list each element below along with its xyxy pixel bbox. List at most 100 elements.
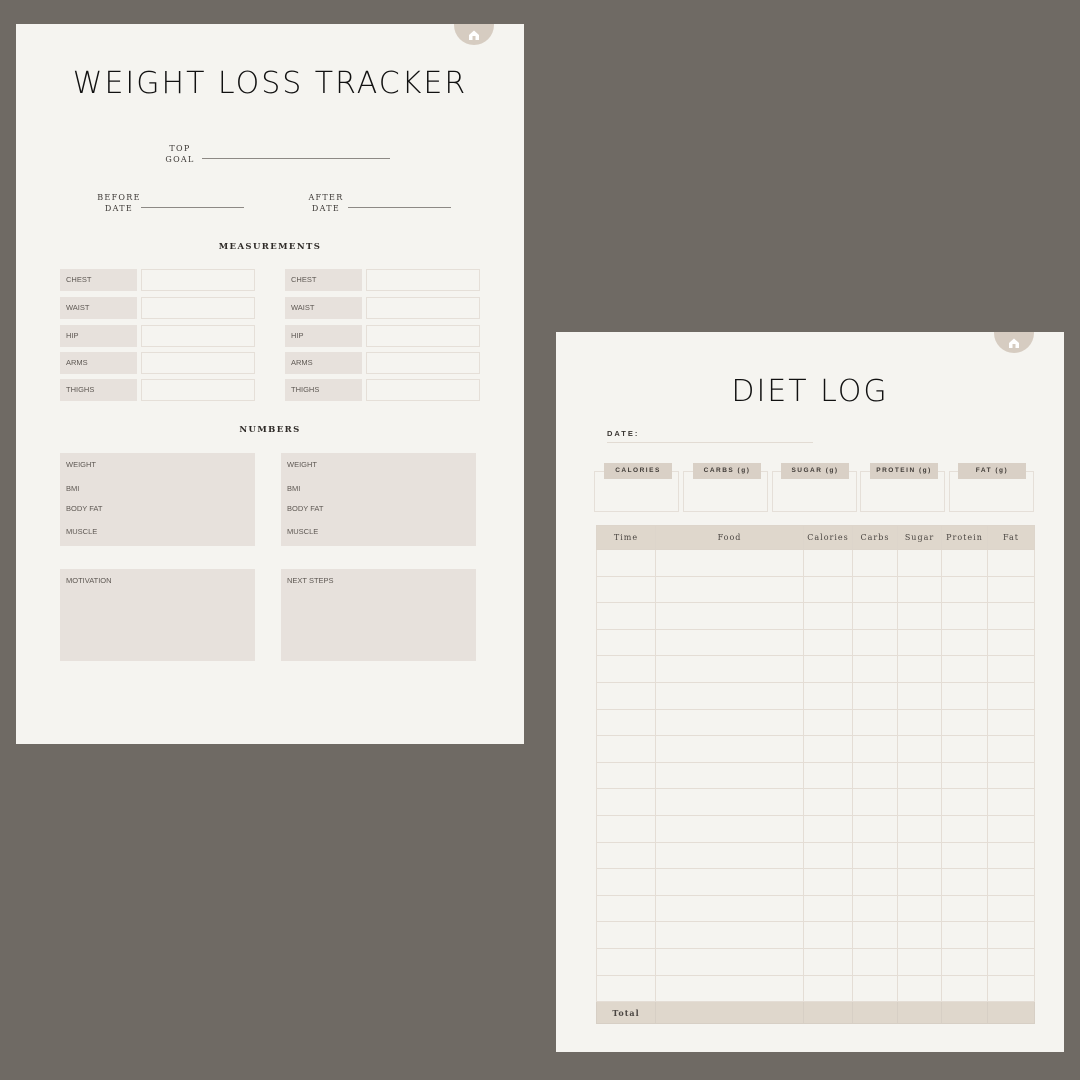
- table-cell[interactable]: [987, 602, 1035, 630]
- table-cell[interactable]: [987, 974, 1035, 1003]
- table-cell[interactable]: [852, 681, 898, 710]
- table-cell[interactable]: [852, 947, 898, 976]
- table-cell[interactable]: [655, 814, 804, 843]
- table-cell[interactable]: [852, 761, 898, 790]
- table-cell[interactable]: [655, 947, 804, 976]
- total-cell[interactable]: [987, 1001, 1035, 1025]
- table-cell[interactable]: [852, 921, 898, 949]
- table-cell[interactable]: [852, 868, 898, 896]
- table-cell[interactable]: [803, 655, 853, 683]
- table-cell[interactable]: [596, 841, 656, 870]
- table-cell[interactable]: [655, 761, 804, 790]
- measurement-input[interactable]: [366, 352, 480, 374]
- table-cell[interactable]: [596, 628, 656, 657]
- table-cell[interactable]: [941, 868, 988, 896]
- table-cell[interactable]: [655, 575, 804, 604]
- motivation-box[interactable]: MOTIVATION: [60, 569, 255, 661]
- table-cell[interactable]: [655, 974, 804, 1003]
- table-cell[interactable]: [897, 602, 942, 630]
- table-cell[interactable]: [596, 894, 656, 923]
- table-cell[interactable]: [596, 708, 656, 737]
- table-cell[interactable]: [852, 841, 898, 870]
- table-cell[interactable]: [596, 868, 656, 896]
- table-cell[interactable]: [596, 814, 656, 843]
- table-cell[interactable]: [852, 708, 898, 737]
- table-cell[interactable]: [655, 868, 804, 896]
- table-cell[interactable]: [987, 681, 1035, 710]
- table-cell[interactable]: [941, 681, 988, 710]
- before-date-field[interactable]: [141, 207, 244, 208]
- table-cell[interactable]: [941, 894, 988, 923]
- table-cell[interactable]: [803, 575, 853, 604]
- table-cell[interactable]: [941, 761, 988, 790]
- table-cell[interactable]: [803, 761, 853, 790]
- table-cell[interactable]: [655, 549, 804, 577]
- total-cell[interactable]: [803, 1001, 853, 1025]
- table-cell[interactable]: [987, 947, 1035, 976]
- table-cell[interactable]: [655, 681, 804, 710]
- table-cell[interactable]: [897, 894, 942, 923]
- table-cell[interactable]: [655, 628, 804, 657]
- table-cell[interactable]: [941, 602, 988, 630]
- table-cell[interactable]: [941, 921, 988, 949]
- table-cell[interactable]: [987, 894, 1035, 923]
- table-cell[interactable]: [803, 708, 853, 737]
- measurement-input[interactable]: [366, 297, 480, 319]
- table-cell[interactable]: [897, 868, 942, 896]
- table-cell[interactable]: [803, 841, 853, 870]
- table-cell[interactable]: [987, 628, 1035, 657]
- table-cell[interactable]: [941, 549, 988, 577]
- table-cell[interactable]: [897, 655, 942, 683]
- total-cell[interactable]: [655, 1001, 804, 1025]
- table-cell[interactable]: [852, 575, 898, 604]
- table-cell[interactable]: [655, 735, 804, 763]
- measurement-input[interactable]: [366, 379, 480, 401]
- table-cell[interactable]: [803, 549, 853, 577]
- next-steps-box[interactable]: NEXT STEPS: [281, 569, 476, 661]
- table-cell[interactable]: [596, 602, 656, 630]
- table-cell[interactable]: [941, 788, 988, 816]
- numbers-box-after[interactable]: WEIGHT BMI BODY FAT MUSCLE: [281, 453, 476, 546]
- table-cell[interactable]: [897, 921, 942, 949]
- table-cell[interactable]: [803, 947, 853, 976]
- measurement-input[interactable]: [141, 352, 255, 374]
- total-cell[interactable]: [852, 1001, 898, 1025]
- table-cell[interactable]: [655, 841, 804, 870]
- table-cell[interactable]: [596, 681, 656, 710]
- table-cell[interactable]: [803, 788, 853, 816]
- table-cell[interactable]: [852, 788, 898, 816]
- table-cell[interactable]: [987, 549, 1035, 577]
- table-cell[interactable]: [897, 628, 942, 657]
- table-cell[interactable]: [852, 602, 898, 630]
- table-cell[interactable]: [655, 788, 804, 816]
- table-cell[interactable]: [941, 974, 988, 1003]
- table-cell[interactable]: [941, 814, 988, 843]
- table-cell[interactable]: [897, 841, 942, 870]
- home-button[interactable]: [994, 332, 1034, 353]
- table-cell[interactable]: [941, 655, 988, 683]
- table-cell[interactable]: [852, 628, 898, 657]
- table-cell[interactable]: [852, 814, 898, 843]
- table-cell[interactable]: [596, 947, 656, 976]
- table-cell[interactable]: [655, 894, 804, 923]
- table-cell[interactable]: [897, 708, 942, 737]
- table-cell[interactable]: [803, 814, 853, 843]
- table-cell[interactable]: [987, 708, 1035, 737]
- table-cell[interactable]: [897, 575, 942, 604]
- total-cell[interactable]: [941, 1001, 988, 1025]
- table-cell[interactable]: [987, 761, 1035, 790]
- table-cell[interactable]: [803, 681, 853, 710]
- table-cell[interactable]: [897, 947, 942, 976]
- table-cell[interactable]: [803, 628, 853, 657]
- after-date-field[interactable]: [348, 207, 451, 208]
- table-cell[interactable]: [941, 708, 988, 737]
- table-cell[interactable]: [803, 921, 853, 949]
- table-cell[interactable]: [987, 841, 1035, 870]
- table-cell[interactable]: [596, 974, 656, 1003]
- table-cell[interactable]: [803, 974, 853, 1003]
- date-field[interactable]: [607, 442, 813, 443]
- table-cell[interactable]: [987, 788, 1035, 816]
- table-cell[interactable]: [655, 708, 804, 737]
- measurement-input[interactable]: [141, 269, 255, 291]
- table-cell[interactable]: [803, 602, 853, 630]
